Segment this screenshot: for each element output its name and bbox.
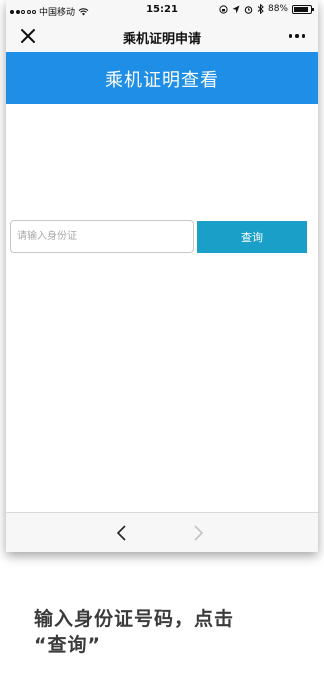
caption-line-2: “查询”: [34, 634, 101, 656]
page-title: 乘机证明查看: [105, 70, 219, 91]
page-header-banner: 乘机证明查看: [6, 52, 318, 104]
nav-title: 乘机证明申请: [122, 32, 201, 47]
phone-screen: 中国移动 15:21 88% 乘机证明申请 乘机证明查看 请输入身份证 查询: [6, 0, 318, 552]
battery-level: [294, 6, 309, 12]
chevron-left-icon[interactable]: [114, 523, 130, 543]
nav-bar: 乘机证明申请: [6, 20, 318, 52]
lock-rotation-icon: [219, 4, 228, 14]
status-right: 88%: [219, 4, 314, 14]
caption-line-1: 输入身份证号码，点击: [34, 608, 235, 630]
status-bar: 中国移动 15:21 88%: [6, 0, 318, 20]
more-icon[interactable]: [286, 28, 308, 44]
main-content: 查询: [6, 104, 318, 512]
battery-icon: [292, 4, 314, 14]
id-card-input[interactable]: [10, 220, 194, 253]
instruction-caption: 输入身份证号码，点击 “查询”: [34, 606, 304, 658]
battery-percent: 88%: [267, 4, 288, 14]
location-icon: [232, 5, 240, 13]
browser-toolbar: [6, 512, 318, 552]
alarm-icon: [244, 5, 253, 14]
query-button[interactable]: 查询: [197, 221, 307, 253]
chevron-right-icon[interactable]: [190, 523, 206, 543]
bluetooth-icon: [257, 4, 264, 14]
